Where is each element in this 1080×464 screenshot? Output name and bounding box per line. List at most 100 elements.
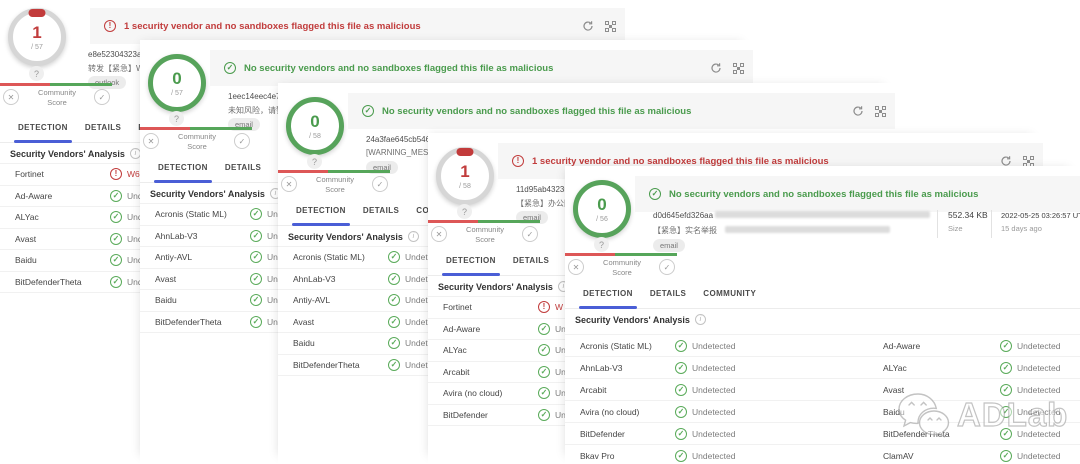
score-help-badge[interactable]: ? — [594, 237, 609, 252]
tab-detection[interactable]: DETECTION — [446, 246, 496, 275]
reanalyze-icon[interactable] — [710, 62, 722, 74]
vendor-result: Undetected — [692, 341, 735, 351]
vote-up-button[interactable]: ✓ — [372, 176, 388, 192]
alert-icon: ! — [104, 20, 116, 32]
analysis-date-ago: 15 days ago — [1001, 224, 1042, 233]
vote-up-button[interactable]: ✓ — [522, 226, 538, 242]
check-icon: ✓ — [538, 387, 550, 399]
score-value: 0 — [172, 70, 181, 87]
tab-detection[interactable]: DETECTION — [158, 153, 208, 182]
vendor-name: BitDefenderTheta — [293, 360, 360, 370]
vendors-analysis-title: Security Vendors' Analysisi — [150, 188, 281, 199]
vendor-name: Avast — [155, 274, 176, 284]
vendor-name: Arcabit — [580, 385, 606, 395]
check-icon: ✓ — [1000, 428, 1012, 440]
score-denominator: / 58 — [309, 133, 321, 140]
vendor-name: BitDefenderTheta — [15, 277, 82, 287]
tab-details[interactable]: DETAILS — [225, 153, 261, 182]
redacted-hash — [715, 211, 930, 218]
vote-down-button[interactable]: ✕ — [143, 133, 159, 149]
similar-files-icon[interactable] — [1023, 156, 1034, 167]
redacted-name — [725, 226, 890, 233]
check-icon: ✓ — [250, 273, 262, 285]
check-icon: ✓ — [675, 428, 687, 440]
community-score-label: CommunityScore — [300, 175, 370, 195]
community-score-label: CommunityScore — [450, 225, 520, 245]
check-icon: ✓ — [675, 406, 687, 418]
tab-details[interactable]: DETAILS — [513, 246, 549, 275]
community-score-bar — [428, 220, 540, 223]
check-icon: ✓ — [110, 233, 122, 245]
similar-files-icon[interactable] — [875, 106, 886, 117]
check-icon: ✓ — [538, 366, 550, 378]
table-row: AhnLab-V3✓Undetected ALYac✓Undetected — [565, 356, 1080, 378]
banner-text: No security vendors and no sandboxes fla… — [244, 63, 553, 74]
analysis-window-5: 0 / 56 ✓ No security vendors and no sand… — [565, 166, 1080, 464]
vote-down-button[interactable]: ✕ — [3, 89, 19, 105]
similar-files-icon[interactable] — [605, 21, 616, 32]
community-score-bar — [278, 170, 390, 173]
check-icon: ✓ — [110, 190, 122, 202]
vote-down-button[interactable]: ✕ — [568, 259, 584, 275]
tab-details[interactable]: DETAILS — [363, 196, 399, 225]
vendor-result: Undetected — [1017, 341, 1060, 351]
score-help-badge[interactable]: ? — [29, 66, 44, 81]
detection-score-gauge: 0 / 56 — [573, 180, 631, 238]
vendor-name: Avira (no cloud) — [443, 388, 502, 398]
score-help-badge[interactable]: ? — [169, 111, 184, 126]
tab-detection[interactable]: DETECTION — [18, 113, 68, 142]
check-icon: ✓ — [1000, 384, 1012, 396]
vendor-name: BitDefenderTheta — [883, 429, 950, 439]
score-value: 1 — [32, 24, 41, 41]
vendor-name: Ad-Aware — [443, 324, 480, 334]
vendors-analysis-title: Security Vendors' Analysisi — [10, 148, 141, 159]
check-icon: ✓ — [388, 316, 400, 328]
vendor-result: Undetected — [692, 363, 735, 373]
file-tag[interactable]: email — [653, 239, 685, 252]
check-icon: ✓ — [250, 294, 262, 306]
alert-icon: ! — [538, 301, 550, 313]
vote-up-button[interactable]: ✓ — [94, 89, 110, 105]
banner-text: 1 security vendor and no sandboxes flagg… — [124, 21, 421, 32]
detection-score-gauge: 1 / 57 — [8, 8, 66, 66]
score-denominator: / 57 — [31, 44, 43, 51]
score-help-badge[interactable]: ? — [307, 154, 322, 169]
vendor-name: Acronis (Static ML) — [155, 209, 227, 219]
file-name: 【紧急】实名举报 — [653, 225, 717, 236]
score-help-badge[interactable]: ? — [457, 204, 472, 219]
reanalyze-icon[interactable] — [852, 105, 864, 117]
tab-details[interactable]: DETAILS — [85, 113, 121, 142]
tab-detection[interactable]: DETECTION — [583, 279, 633, 308]
check-icon: ✓ — [362, 105, 374, 117]
table-row: Arcabit✓Undetected Avast✓Undetected — [565, 378, 1080, 400]
meta-divider — [991, 210, 992, 238]
vendor-name: AhnLab-V3 — [155, 231, 198, 241]
check-icon: ✓ — [110, 211, 122, 223]
vendor-name: Baidu — [15, 255, 37, 265]
vendor-name: Acronis (Static ML) — [293, 252, 365, 262]
verdict-banner: ✓ No security vendors and no sandboxes f… — [348, 93, 895, 129]
virustotal-analysis-screens: 1 / 57 ! 1 security vendor and no sandbo… — [0, 0, 1080, 464]
vendor-name: Ad-Aware — [883, 341, 920, 351]
reanalyze-icon[interactable] — [582, 20, 594, 32]
similar-files-icon[interactable] — [733, 63, 744, 74]
check-icon: ✓ — [538, 344, 550, 356]
score-value: 1 — [460, 163, 469, 180]
vote-up-button[interactable]: ✓ — [659, 259, 675, 275]
tab-community[interactable]: COMMUNITY — [703, 279, 756, 308]
vote-down-button[interactable]: ✕ — [431, 226, 447, 242]
check-icon: ✓ — [538, 409, 550, 421]
analysis-date: 2022-05-25 03:26:57 UTC — [1001, 211, 1080, 220]
vendor-name: AhnLab-V3 — [293, 274, 336, 284]
vendors-analysis-title: Security Vendors' Analysisi — [288, 231, 419, 242]
vendor-result: W6 — [127, 169, 140, 179]
vote-up-button[interactable]: ✓ — [234, 133, 250, 149]
community-score-bar — [0, 83, 112, 86]
vendors-analysis-title: Security Vendors' Analysisi — [438, 281, 569, 292]
table-row: Acronis (Static ML)✓Undetected Ad-Aware✓… — [565, 334, 1080, 356]
vendor-name: BitDefenderTheta — [155, 317, 222, 327]
tab-detection[interactable]: DETECTION — [296, 196, 346, 225]
vote-down-button[interactable]: ✕ — [281, 176, 297, 192]
vendor-result: Undetected — [1017, 451, 1060, 461]
tab-details[interactable]: DETAILS — [650, 279, 686, 308]
